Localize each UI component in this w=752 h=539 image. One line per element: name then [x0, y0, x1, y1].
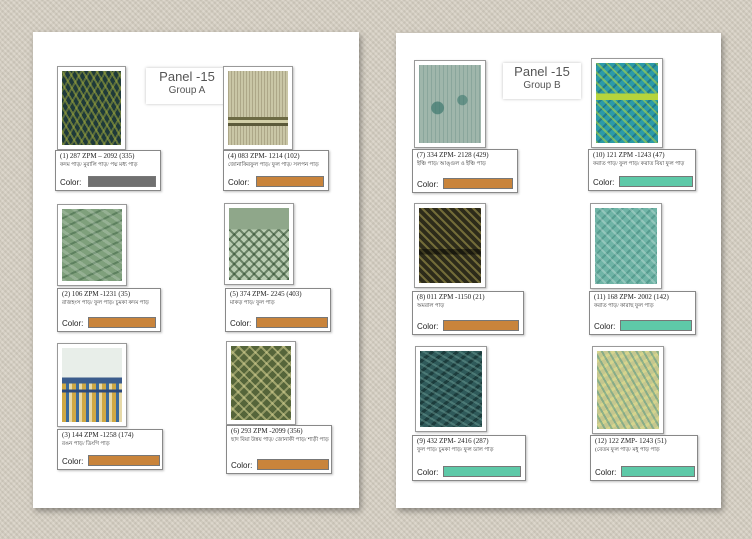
swatch-info-card: (12) 122 ZMP- 1243 (51) (বেতম ফুল পাড়/ … [590, 435, 698, 481]
color-label: Color: [593, 178, 615, 187]
fabric-swatch [231, 346, 291, 420]
panel-title: Panel -15 [159, 69, 215, 84]
swatch-info-card: (10) 121 ZPM -1243 (47) করাত পাড়/ ফুল প… [588, 149, 696, 191]
swatch-info-card: (8) 011 ZPM -1150 (21) অমরাল পাড় Color: [412, 291, 524, 335]
color-label: Color: [228, 178, 250, 187]
color-label: Color: [231, 461, 253, 470]
fabric-swatch-image[interactable] [57, 343, 127, 427]
swatch-code: (4) 083 ZPM- 1214 (102) [228, 152, 300, 160]
swatch-description: রাজহংস পাড়/ ফুল পাড়/ চুমকা কদম পাড় [62, 300, 149, 306]
swatch-info-card: (11) 168 ZPM- 2002 (142) করাত পাড়/ কারা… [589, 291, 696, 335]
color-chip [256, 317, 328, 328]
swatch-code: (9) 432 ZPM- 2416 (287) [417, 437, 489, 445]
color-label: Color: [230, 319, 252, 328]
fabric-swatch [62, 71, 121, 145]
swatch-code: (8) 011 ZPM -1150 (21) [417, 293, 485, 301]
fabric-swatch [62, 348, 122, 422]
color-chip [88, 317, 156, 328]
fabric-swatch [596, 63, 658, 143]
swatch-code: (10) 121 ZPM -1243 (47) [593, 151, 665, 159]
fabric-swatch-image[interactable] [414, 203, 486, 288]
color-label: Color: [62, 319, 84, 328]
fabric-swatch-image[interactable] [57, 204, 127, 286]
fabric-swatch-image[interactable] [57, 66, 126, 150]
color-chip [619, 176, 693, 187]
color-chip [256, 176, 324, 187]
fabric-swatch [419, 208, 481, 283]
group-label: Group A [168, 84, 206, 96]
catalog-sheet-group-a: Panel -15 Group A (1) 287 ZPM – 2092 (33… [33, 32, 359, 508]
color-chip [620, 320, 692, 331]
color-chip [621, 466, 695, 477]
swatch-info-card: (7) 334 ZPM- 2128 (429) ইঞ্চি পাড়/ আঙ্গ… [412, 149, 518, 193]
fabric-swatch-image[interactable] [415, 346, 487, 432]
swatch-description: মাকড় পাড়/ ফুল পাড় [230, 300, 275, 306]
swatch-description: রঙন পাড়/ ডিংগি পাড় [62, 441, 110, 447]
swatch-code: (2) 106 ZPM -1231 (35) [62, 290, 131, 298]
swatch-description: ছাদ বিয়া উন্নয় পাড়/ জোনাকী পাড়/ শাড়… [231, 437, 329, 443]
color-chip [257, 459, 329, 470]
swatch-info-card: (9) 432 ZPM- 2416 (287) ফুল পাড়/ চুমকা … [412, 435, 526, 481]
fabric-swatch-image[interactable] [414, 60, 486, 148]
color-label: Color: [417, 180, 439, 189]
fabric-swatch-image[interactable] [226, 341, 296, 425]
fabric-swatch [62, 209, 122, 281]
swatch-description: করাত পাড়/ ফুল পাড়/ করাত বিয়া ফুল পাড় [593, 161, 685, 167]
swatch-description: ফুল পাড়/ চুমকা পাড়/ ফুল ডাল পাড় [417, 447, 494, 453]
color-chip [88, 455, 160, 466]
swatch-description: ইঞ্চি পাড়/ আঙ্গুল ও ইঞ্চি পাড় [417, 161, 486, 167]
color-chip [443, 466, 521, 477]
swatch-code: (1) 287 ZPM – 2092 (335) [60, 152, 135, 160]
fabric-swatch-image[interactable] [223, 66, 293, 150]
color-label: Color: [594, 322, 616, 331]
color-label: Color: [62, 457, 84, 466]
panel-title: Panel -15 [514, 64, 570, 79]
swatch-info-card: (5) 374 ZPM- 2245 (403) মাকড় পাড়/ ফুল … [225, 288, 331, 332]
swatch-description: করাত পাড়/ কারাছ ফুল পাড় [594, 303, 654, 309]
swatch-code: (7) 334 ZPM- 2128 (429) [417, 151, 489, 159]
swatch-code: (3) 144 ZPM -1258 (174) [62, 431, 134, 439]
color-label: Color: [595, 468, 617, 477]
color-label: Color: [60, 178, 82, 187]
catalog-sheet-group-b: Panel -15 Group B (7) 334 ZPM- 2128 (429… [396, 33, 721, 508]
swatch-code: (12) 122 ZMP- 1243 (51) [595, 437, 667, 445]
swatch-code: (5) 374 ZPM- 2245 (403) [230, 290, 302, 298]
fabric-swatch [419, 65, 481, 143]
swatch-code: (6) 293 ZPM -2099 (356) [231, 427, 303, 435]
color-label: Color: [417, 322, 439, 331]
swatch-code: (11) 168 ZPM- 2002 (142) [594, 293, 669, 301]
panel-label: Panel -15 Group B [503, 63, 581, 99]
swatch-info-card: (1) 287 ZPM – 2092 (335) কদম পাড়/ মুরাল… [55, 150, 161, 191]
fabric-swatch [228, 71, 288, 145]
swatch-description: কদম পাড়/ মুরালি পাড়/ পদ্ম মধ্য পাড় [60, 162, 138, 168]
fabric-swatch-image[interactable] [224, 203, 294, 285]
color-label: Color: [417, 468, 439, 477]
swatch-info-card: (2) 106 ZPM -1231 (35) রাজহংস পাড়/ ফুল … [57, 288, 161, 332]
color-chip [88, 176, 156, 187]
swatch-info-card: (3) 144 ZPM -1258 (174) রঙন পাড়/ ডিংগি … [57, 429, 163, 470]
color-chip [443, 320, 519, 331]
swatch-description: (বেতম ফুল পাড়/ মধু পাড় পাড় [595, 447, 660, 453]
fabric-swatch [595, 208, 657, 284]
fabric-swatch-image[interactable] [591, 58, 663, 148]
color-chip [443, 178, 513, 189]
swatch-info-card: (6) 293 ZPM -2099 (356) ছাদ বিয়া উন্নয়… [226, 425, 332, 474]
panel-label: Panel -15 Group A [146, 68, 228, 104]
swatch-info-card: (4) 083 ZPM- 1214 (102) জোনাকিরফুল পাড়/… [223, 150, 329, 191]
swatch-description: জোনাকিরফুল পাড়/ ফুল পাড়/ সলপন পাড় [228, 162, 319, 168]
fabric-swatch-image[interactable] [590, 203, 662, 289]
fabric-swatch [229, 208, 289, 280]
swatch-description: অমরাল পাড় [417, 303, 445, 309]
fabric-swatch [597, 351, 659, 429]
fabric-swatch [420, 351, 482, 427]
group-label: Group B [523, 79, 561, 91]
fabric-swatch-image[interactable] [592, 346, 664, 434]
